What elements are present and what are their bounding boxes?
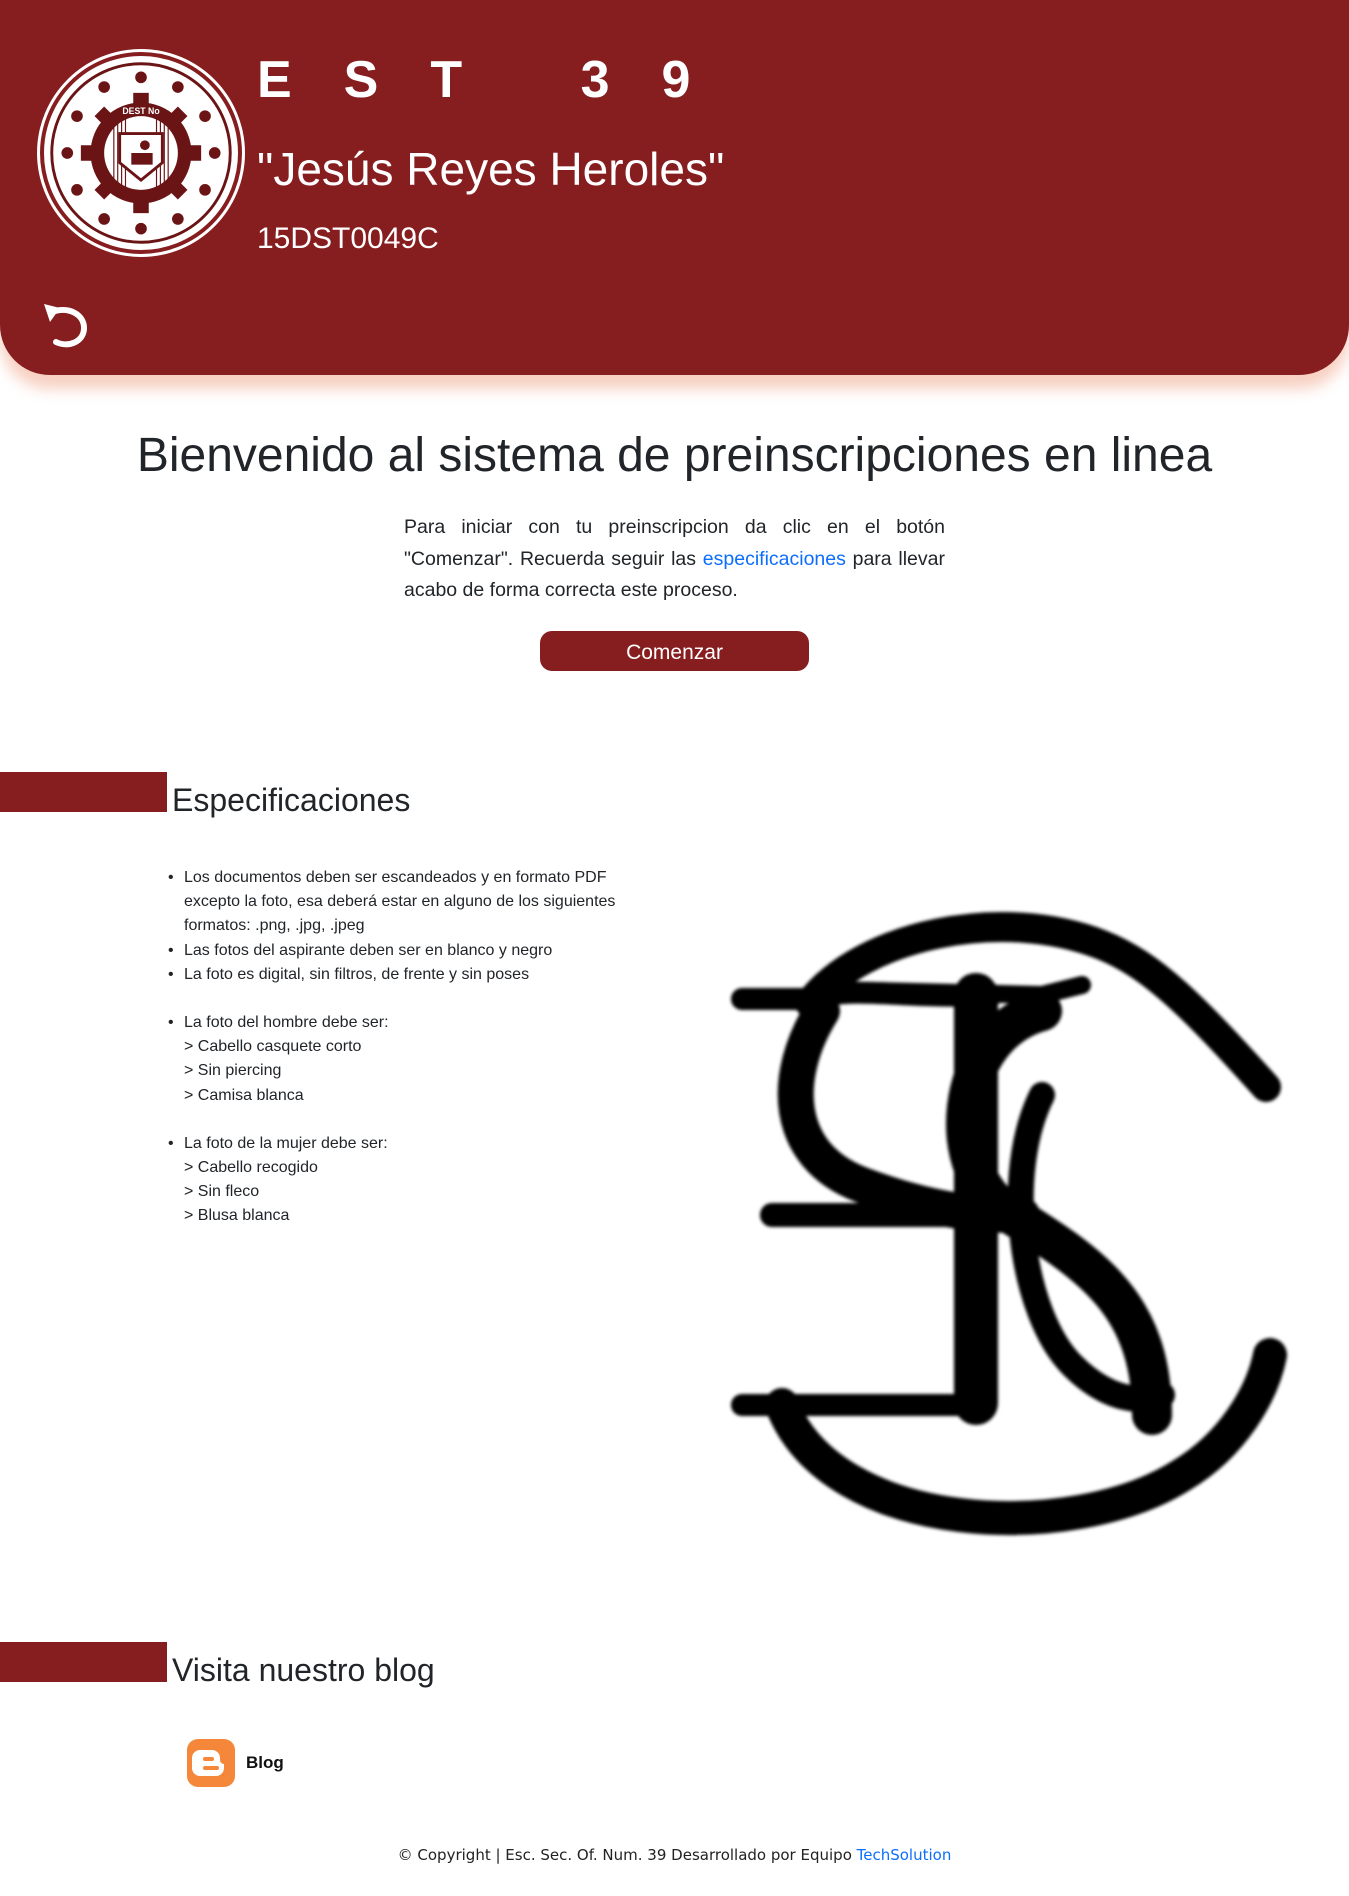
spec-item: Las fotos del aspirante deben ser en bla… xyxy=(168,939,638,963)
spec-item: Los documentos deben ser escandeados y e… xyxy=(168,866,638,939)
spec-male-line: > Cabello casquete corto xyxy=(184,1038,362,1056)
page-footer: © Copyright | Esc. Sec. Of. Num. 39 Desa… xyxy=(0,1846,1349,1864)
spec-female-heading: La foto de la mujer debe ser: xyxy=(184,1134,388,1152)
school-logo: DEST No xyxy=(40,52,242,254)
school-logo-emblem: DEST No xyxy=(47,59,235,247)
specifications-link[interactable]: especificaciones xyxy=(703,548,846,570)
school-name: "Jesús Reyes Heroles" xyxy=(257,143,725,195)
techsolution-logo xyxy=(731,912,1287,1537)
page-header: DEST No EST 39 "Jesús Reyes Heroles" 15D… xyxy=(0,0,1349,375)
spec-item: La foto es digital, sin filtros, de fren… xyxy=(168,963,638,987)
blog-section-bar xyxy=(0,1642,167,1682)
blog-link[interactable]: Blog xyxy=(186,1738,284,1788)
svg-text:DEST No: DEST No xyxy=(122,106,159,116)
start-button[interactable]: Comenzar xyxy=(540,631,809,671)
school-code: 15DST0049C xyxy=(257,222,439,255)
specifications-list: Los documentos deben ser escandeados y e… xyxy=(168,866,638,1229)
spec-female-line: > Cabello recogido xyxy=(184,1159,318,1177)
school-title: EST 39 xyxy=(257,51,743,109)
spec-male-heading: La foto del hombre debe ser: xyxy=(184,1014,389,1032)
spec-male-line: > Sin piercing xyxy=(184,1062,282,1080)
blogger-icon[interactable] xyxy=(186,1738,236,1788)
back-button[interactable] xyxy=(38,298,92,352)
undo-arrow-icon[interactable] xyxy=(38,298,92,352)
spec-female-line: > Blusa blanca xyxy=(184,1207,290,1225)
specifications-title: Especificaciones xyxy=(172,782,411,818)
spec-female-line: > Sin fleco xyxy=(184,1183,260,1201)
blog-title: Visita nuestro blog xyxy=(172,1652,435,1688)
spec-male-line: > Camisa blanca xyxy=(184,1086,304,1104)
blog-link-label[interactable]: Blog xyxy=(246,1753,284,1773)
specifications-section-bar xyxy=(0,772,167,812)
spec-male-photo: La foto del hombre debe ser: > Cabello c… xyxy=(168,1011,638,1108)
techsolution-link[interactable]: TechSolution xyxy=(857,1846,952,1864)
welcome-title: Bienvenido al sistema de preinscripcione… xyxy=(136,429,1213,482)
spec-female-photo: La foto de la mujer debe ser: > Cabello … xyxy=(168,1132,638,1229)
intro-paragraph: Para iniciar con tu preinscripcion da cl… xyxy=(404,512,945,607)
copyright-text: © Copyright | Esc. Sec. Of. Num. 39 Desa… xyxy=(397,1846,857,1864)
ts-monogram-image xyxy=(731,912,1287,1536)
